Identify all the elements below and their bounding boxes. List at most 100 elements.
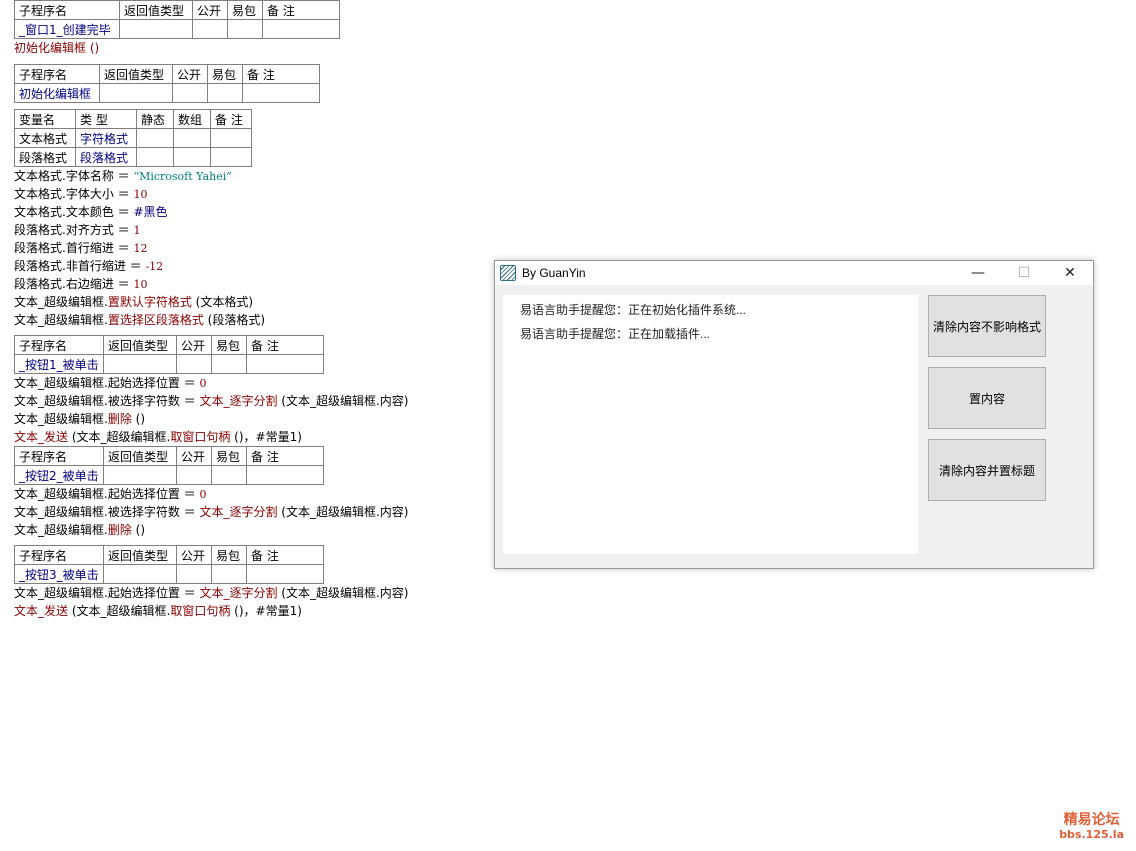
empty-cell[interactable]: [210, 147, 252, 167]
empty-cell[interactable]: [136, 147, 174, 167]
empty-cell[interactable]: [246, 564, 324, 584]
code-text: 文本_超级编辑框.: [14, 313, 108, 327]
set-content-button[interactable]: 置内容: [928, 367, 1046, 429]
code-args: (文本_超级编辑框.: [68, 430, 171, 444]
code-line[interactable]: 段落格式.对齐方式 ＝ 1: [14, 221, 484, 239]
empty-cell[interactable]: [176, 564, 212, 584]
header-cell: 返回值类型: [103, 545, 177, 565]
header-cell: 子程序名: [14, 0, 120, 20]
empty-cell[interactable]: [99, 83, 173, 103]
header-cell: 静态: [136, 109, 174, 129]
clear-content-set-title-button[interactable]: 清除内容并置标题: [928, 439, 1046, 501]
empty-cell[interactable]: [192, 19, 228, 39]
header-cell: 返回值类型: [103, 446, 177, 466]
app-icon: [500, 265, 516, 281]
empty-cell[interactable]: [173, 147, 211, 167]
header-cell: 易包: [211, 335, 247, 355]
code-line[interactable]: 文本_发送 (文本_超级编辑框.取窗口句柄 ()，#常量1): [14, 602, 484, 620]
code-text: 段落格式.右边缩进 ＝: [14, 277, 134, 291]
empty-cell[interactable]: [103, 564, 177, 584]
empty-cell[interactable]: [246, 354, 324, 374]
subroutine-name[interactable]: 初始化编辑框: [14, 83, 100, 103]
code-line[interactable]: 文本_发送 (文本_超级编辑框.取窗口句柄 ()，#常量1): [14, 428, 484, 446]
code-line[interactable]: 文本格式.字体名称 ＝ “Microsoft Yahei”: [14, 167, 484, 185]
code-args: (): [131, 412, 146, 426]
header-cell: 子程序名: [14, 335, 104, 355]
code-line[interactable]: 文本_超级编辑框.删除 (): [14, 410, 484, 428]
code-function: 取窗口句柄: [170, 604, 231, 618]
code-text: 文本格式.字体名称 ＝: [14, 169, 134, 183]
code-text: 文本_超级编辑框.: [14, 295, 108, 309]
code-line[interactable]: 文本_超级编辑框.被选择字符数 ＝ 文本_逐字分割 (文本_超级编辑框.内容): [14, 503, 484, 521]
empty-cell[interactable]: [176, 465, 212, 485]
code-value: 0: [199, 377, 207, 390]
header-cell: 备 注: [246, 446, 324, 466]
empty-cell[interactable]: [119, 19, 193, 39]
header-cell: 子程序名: [14, 545, 104, 565]
subroutine-name[interactable]: _按钮2_被单击: [14, 465, 104, 485]
code-line[interactable]: 文本_超级编辑框.被选择字符数 ＝ 文本_逐字分割 (文本_超级编辑框.内容): [14, 392, 484, 410]
empty-cell[interactable]: [210, 128, 252, 148]
empty-cell[interactable]: [227, 19, 263, 39]
empty-cell[interactable]: [211, 354, 247, 374]
code-editor: 子程序名 返回值类型 公开 易包 备 注 _窗口1_创建完毕 初始化编辑框 ()…: [14, 0, 484, 620]
header-cell: 备 注: [246, 335, 324, 355]
code-text: 段落格式.首行缩进 ＝: [14, 241, 134, 255]
header-cell: 易包: [227, 0, 263, 20]
header-cell: 子程序名: [14, 446, 104, 466]
code-text: 文本_超级编辑框.起始选择位置 ＝: [14, 376, 200, 390]
variable-name[interactable]: 文本格式: [14, 128, 76, 148]
empty-cell[interactable]: [176, 354, 212, 374]
code-line[interactable]: 文本_超级编辑框.置默认字符格式 (文本格式): [14, 293, 484, 311]
empty-cell[interactable]: [211, 564, 247, 584]
subroutine-name[interactable]: _按钮3_被单击: [14, 564, 104, 584]
code-line[interactable]: 文本_超级编辑框.起始选择位置 ＝ 文本_逐字分割 (文本_超级编辑框.内容): [14, 584, 484, 602]
title-bar[interactable]: By GuanYin — ☐ ✕: [495, 261, 1093, 285]
code-line[interactable]: 段落格式.非首行缩进 ＝ -12: [14, 257, 484, 275]
empty-cell[interactable]: [136, 128, 174, 148]
clear-content-keep-format-button[interactable]: 清除内容不影响格式: [928, 295, 1046, 357]
empty-cell[interactable]: [172, 83, 208, 103]
code-line[interactable]: 文本格式.字体大小 ＝ 10: [14, 185, 484, 203]
code-value: 10: [133, 188, 148, 201]
empty-cell[interactable]: [173, 128, 211, 148]
code-line[interactable]: 文本格式.文本颜色 ＝ #黑色: [14, 203, 484, 221]
code-line[interactable]: 文本_超级编辑框.起始选择位置 ＝ 0: [14, 485, 484, 503]
code-line[interactable]: 初始化编辑框 (): [14, 39, 484, 57]
variable-type[interactable]: 字符格式: [75, 128, 137, 148]
empty-cell[interactable]: [207, 83, 243, 103]
header-cell: 公开: [192, 0, 228, 20]
window-title: By GuanYin: [522, 266, 586, 280]
maximize-icon[interactable]: ☐: [1001, 261, 1047, 285]
code-text: 段落格式.非首行缩进 ＝: [14, 259, 146, 273]
close-icon[interactable]: ✕: [1047, 261, 1093, 285]
empty-cell[interactable]: [103, 354, 177, 374]
minimize-icon[interactable]: —: [955, 261, 1001, 285]
header-cell: 返回值类型: [119, 0, 193, 20]
subroutine-table: 子程序名 返回值类型 公开 易包 备 注 _按钮3_被单击: [14, 545, 324, 584]
header-cell: 类 型: [75, 109, 137, 129]
code-line[interactable]: 文本_超级编辑框.删除 (): [14, 521, 484, 539]
header-cell: 备 注: [246, 545, 324, 565]
subroutine-name[interactable]: _窗口1_创建完毕: [14, 19, 120, 39]
empty-cell[interactable]: [242, 83, 320, 103]
empty-cell[interactable]: [103, 465, 177, 485]
variable-name[interactable]: 段落格式: [14, 147, 76, 167]
code-args: (文本_超级编辑框.内容): [277, 394, 409, 408]
header-cell: 变量名: [14, 109, 76, 129]
code-line[interactable]: 文本_超级编辑框.起始选择位置 ＝ 0: [14, 374, 484, 392]
empty-cell[interactable]: [246, 465, 324, 485]
code-line[interactable]: 文本_超级编辑框.置选择区段落格式 (段落格式): [14, 311, 484, 329]
code-function: 删除: [107, 412, 132, 426]
subroutine-name[interactable]: _按钮1_被单击: [14, 354, 104, 374]
subroutine-table: 子程序名 返回值类型 公开 易包 备 注 初始化编辑框: [14, 64, 320, 103]
code-text: 文本_超级编辑框.起始选择位置 ＝: [14, 487, 200, 501]
code-function: 取窗口句柄: [170, 430, 231, 444]
empty-cell[interactable]: [211, 465, 247, 485]
code-args: (段落格式): [203, 313, 266, 327]
code-line[interactable]: 段落格式.右边缩进 ＝ 10: [14, 275, 484, 293]
rich-edit-box[interactable]: 易语言助手提醒您：正在初始化插件系统... 易语言助手提醒您：正在加载插件...: [503, 295, 918, 554]
code-line[interactable]: 段落格式.首行缩进 ＝ 12: [14, 239, 484, 257]
empty-cell[interactable]: [262, 19, 340, 39]
variable-type[interactable]: 段落格式: [75, 147, 137, 167]
